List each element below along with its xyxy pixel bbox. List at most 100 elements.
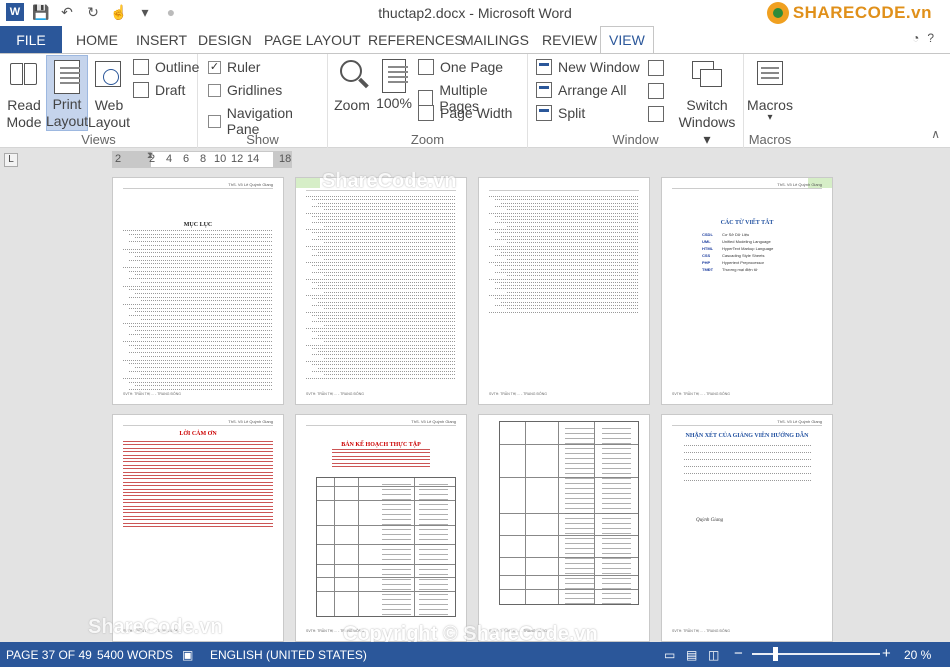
read-mode-button[interactable]: Read Mode (4, 57, 44, 131)
tab-review[interactable]: REVIEW (542, 26, 597, 53)
text-line (684, 473, 812, 474)
ruler-number: 4 (166, 153, 173, 165)
zoom-100-button[interactable]: 100% (376, 57, 412, 112)
tab-page-layout[interactable]: PAGE LAYOUT (264, 26, 361, 53)
synchronous-scrolling-icon[interactable] (648, 83, 664, 99)
indent-marker-icon[interactable]: ⧗ (147, 150, 153, 161)
text-line (129, 352, 273, 354)
language[interactable]: ENGLISH (UNITED STATES) (210, 648, 367, 662)
horizontal-ruler[interactable]: 2 2 4 6 8 10 12 14 18 ⧗ (112, 150, 292, 168)
glossary-abbr: CSDL (702, 232, 713, 237)
text-line (129, 333, 273, 335)
text-line (312, 222, 456, 224)
page-plan[interactable]: ThS. Võ Lê Quỳnh Giang BẢN KẾ HOẠCH THỰC… (296, 415, 466, 641)
text-line (123, 512, 273, 514)
group-macros: Macros ▾ Macros (744, 54, 796, 149)
macros-button[interactable]: Macros ▾ (746, 57, 794, 123)
tab-selector-icon[interactable]: L (4, 153, 18, 167)
read-mode-label-2: Mode (6, 114, 42, 130)
question-icon[interactable]: ? (927, 31, 934, 45)
cell-text (565, 533, 594, 534)
cell-text (602, 548, 631, 549)
zoom-slider-thumb[interactable] (772, 647, 778, 661)
arrange-all-label: Arrange All (558, 82, 627, 98)
one-page-button[interactable]: One Page (418, 59, 503, 75)
page-review[interactable]: ThS. Võ Lê Quỳnh Giang NHẬN XÉT CỦA GIẢN… (662, 415, 832, 641)
tab-view[interactable]: VIEW (600, 26, 654, 54)
page-toc[interactable]: ThS. Võ Lê Quỳnh Giang MỤC LỤC SVTH: TRẦ… (113, 178, 283, 404)
proofing-icon[interactable]: ▣ (182, 648, 193, 662)
split-button[interactable]: Split (536, 105, 585, 121)
text-line (123, 461, 273, 463)
tab-design[interactable]: DESIGN (198, 26, 252, 53)
text-line (123, 454, 273, 456)
cell-text (382, 494, 411, 495)
text-line (135, 311, 273, 313)
text-line (489, 245, 639, 247)
print-layout-view-icon[interactable]: ▤ (686, 648, 697, 662)
new-window-button[interactable]: New Window (536, 59, 640, 75)
zoom-level[interactable]: 20 % (904, 648, 931, 662)
cell-text (565, 468, 594, 469)
ruler-checkbox[interactable]: ✓ Ruler (208, 59, 260, 75)
tab-file[interactable]: FILE (0, 26, 62, 53)
text-line (312, 215, 456, 217)
page-width-button[interactable]: Page Width (418, 105, 512, 121)
draft-button[interactable]: Draft (133, 82, 185, 98)
read-mode-label-1: Read (7, 97, 41, 113)
cell-text (602, 568, 631, 569)
text-line (306, 262, 456, 263)
tab-insert[interactable]: INSERT (136, 26, 187, 53)
text-line (495, 238, 639, 240)
web-layout-label-1: Web (94, 97, 124, 113)
web-layout-view-icon[interactable]: ◫ (708, 648, 719, 662)
page-toc-3[interactable]: SVTH: TRẦN THỊ ... - TRANG ĐÔNG (479, 178, 649, 404)
text-line (141, 244, 273, 246)
text-line (129, 363, 273, 365)
outline-button[interactable]: Outline (133, 59, 199, 75)
glossary-abbr: TMĐT (702, 267, 714, 272)
zoom-slider[interactable] (752, 653, 880, 655)
cell-text (602, 458, 631, 459)
brand-logo: SHARECODE.vn (766, 2, 932, 24)
gridlines-checkbox[interactable]: Gridlines (208, 82, 282, 98)
zoom-button[interactable]: Zoom (332, 57, 372, 114)
cell-text (602, 463, 631, 464)
page-header: ThS. Võ Lê Quỳnh Giang (228, 419, 273, 424)
zoom-out-button[interactable]: − (734, 645, 743, 662)
tab-references[interactable]: REFERENCES (368, 26, 464, 53)
arrange-all-button[interactable]: Arrange All (536, 82, 626, 98)
cell-text (565, 593, 594, 594)
zoom-in-button[interactable]: + (882, 645, 891, 662)
text-line (312, 248, 456, 250)
page-count[interactable]: PAGE 37 OF 49 (6, 648, 92, 662)
account-icon[interactable]: ◔ (912, 31, 919, 45)
cell-text (565, 478, 594, 479)
text-line (324, 308, 456, 310)
document-canvas[interactable]: ThS. Võ Lê Quỳnh Giang MỤC LỤC SVTH: TRẦ… (0, 172, 950, 642)
cell-text (602, 543, 631, 544)
page-toc-2[interactable]: SVTH: TRẦN THỊ ... - TRANG ĐÔNG (296, 178, 466, 404)
cell-text (602, 518, 631, 519)
read-mode-view-icon[interactable]: ▭ (664, 648, 675, 662)
web-layout-button[interactable]: Web Layout (88, 57, 130, 131)
cell-text (419, 564, 448, 565)
word-count[interactable]: 5400 WORDS (97, 648, 173, 662)
text-line (141, 318, 273, 320)
cell-text (602, 453, 631, 454)
page-thanks[interactable]: ThS. Võ Lê Quỳnh Giang LỜI CẢM ƠN SVTH: … (113, 415, 283, 641)
text-line (684, 466, 812, 467)
cell-text (602, 428, 631, 429)
reset-window-position-icon[interactable] (648, 106, 664, 122)
tab-mailings[interactable]: MAILINGS (462, 26, 529, 53)
plan-table-continued (499, 421, 639, 605)
collapse-ribbon-icon[interactable]: ∧ (931, 127, 940, 141)
print-layout-button[interactable]: Print Layout (46, 55, 88, 131)
text-line (123, 492, 273, 493)
cell-text (602, 448, 631, 449)
tab-home[interactable]: HOME (76, 26, 118, 53)
text-line (318, 268, 456, 270)
page-plan-2[interactable]: SVTH: TRẦN THỊ ... - TRANG ĐÔNG (479, 415, 649, 641)
view-side-by-side-icon[interactable] (648, 60, 664, 76)
page-glossary[interactable]: ThS. Võ Lê Quỳnh Giang CÁC TỪ VIẾT TẮT S… (662, 178, 832, 404)
